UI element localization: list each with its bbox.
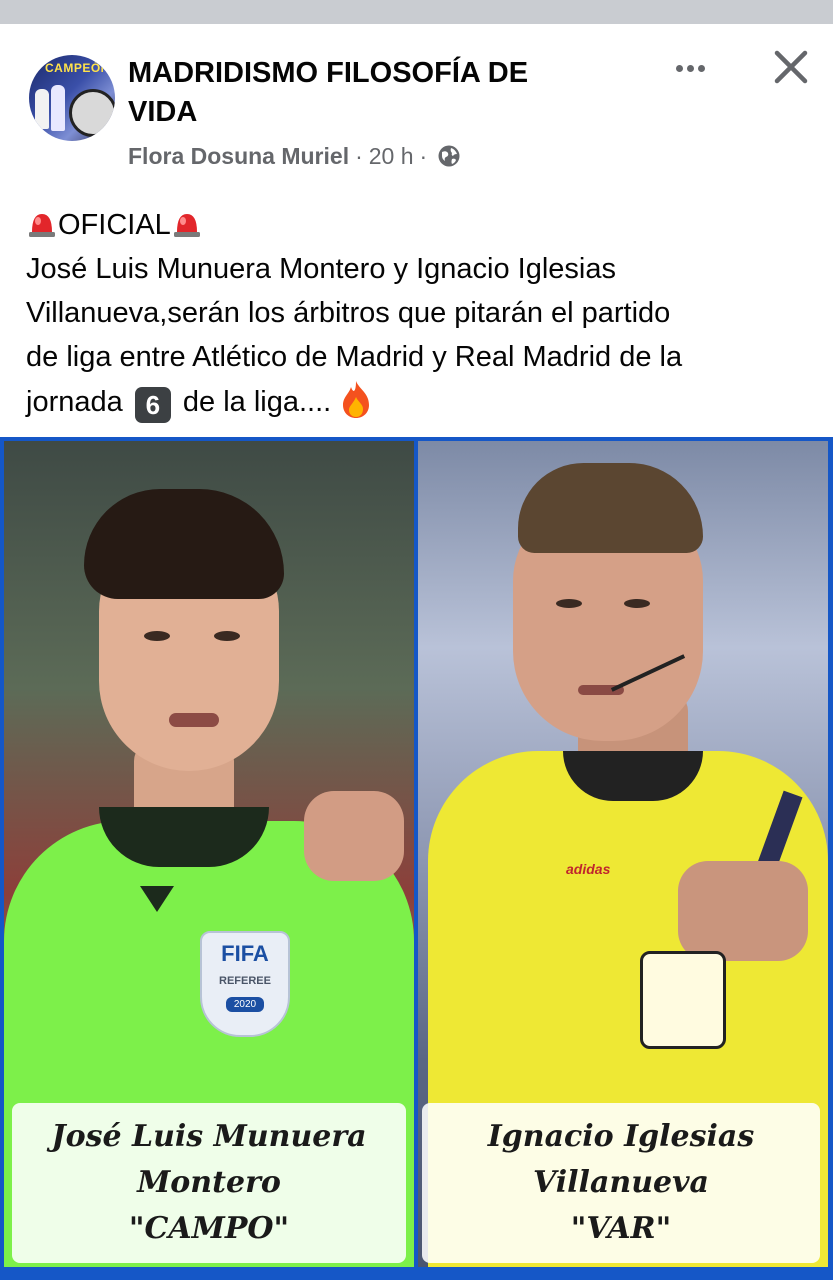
meta-separator: · bbox=[419, 142, 428, 169]
avatar-figure bbox=[35, 89, 49, 129]
referee-hair bbox=[518, 463, 703, 553]
author-name[interactable]: Flora Dosuna Muriel bbox=[128, 143, 349, 170]
post-body-text: jornada bbox=[26, 386, 123, 418]
avatar-clock-icon bbox=[69, 89, 115, 137]
post-text: OFICIAL José Luis Munuera Montero y Igna… bbox=[26, 203, 816, 424]
referee-eye bbox=[556, 599, 582, 608]
referee-eye bbox=[144, 631, 170, 641]
post-body-line: jornada 6 de la liga.... bbox=[26, 379, 816, 424]
referee-name-line: Ignacio Iglesias bbox=[487, 1119, 755, 1154]
referee-name-line: Villanueva bbox=[533, 1165, 709, 1200]
keycap-six-emoji: 6 bbox=[134, 387, 171, 423]
avatar-badge-text: CAMPEÓN bbox=[45, 61, 110, 75]
page-name-link[interactable]: MADRIDISMO FILOSOFÍA DE VIDA bbox=[128, 54, 598, 132]
badge-year: 2020 bbox=[225, 997, 265, 1012]
referee-name-line: Montero bbox=[137, 1165, 281, 1200]
referee-role: "CAMPO" bbox=[128, 1211, 290, 1246]
referee-hand bbox=[678, 861, 808, 961]
more-options-icon bbox=[675, 64, 683, 72]
referee-eye bbox=[624, 599, 650, 608]
post-heading: OFICIAL bbox=[58, 209, 171, 241]
avatar-figure bbox=[51, 85, 65, 131]
referee-role: "VAR" bbox=[570, 1211, 672, 1246]
fifa-referee-badge: FIFA REFEREE 2020 bbox=[200, 931, 290, 1037]
referee-hair bbox=[84, 489, 284, 599]
referee-name-line: José Luis Munuera bbox=[51, 1119, 367, 1154]
close-icon[interactable] bbox=[770, 46, 812, 88]
post-body-line: de liga entre Atlético de Madrid y Real … bbox=[26, 341, 683, 373]
post-meta: Flora Dosuna Muriel · 20 h · bbox=[128, 142, 461, 170]
referee-photo-right: adidas Ignacio Iglesias Villanueva "VAR" bbox=[418, 441, 828, 1267]
police-siren-icon bbox=[29, 214, 55, 237]
page-avatar[interactable]: CAMPEÓN bbox=[29, 55, 115, 141]
referee-eye bbox=[214, 631, 240, 641]
more-options-icon bbox=[686, 64, 694, 72]
referee-caption-right: Ignacio Iglesias Villanueva "VAR" bbox=[422, 1103, 820, 1263]
fire-icon bbox=[343, 381, 370, 418]
badge-brand: FIFA bbox=[221, 941, 269, 966]
post-body-line: José Luis Munuera Montero y Ignacio Igle… bbox=[26, 253, 616, 285]
post-body-text: de la liga.... bbox=[182, 386, 332, 418]
cta-badge-icon bbox=[640, 951, 726, 1049]
globe-icon bbox=[438, 145, 460, 167]
post-image[interactable]: FIFA REFEREE 2020 José Luis Munuera Mont… bbox=[0, 437, 833, 1280]
referee-pointing-hand bbox=[304, 791, 404, 881]
referee-caption-left: José Luis Munuera Montero "CAMPO" bbox=[12, 1103, 406, 1263]
more-options-button[interactable] bbox=[668, 56, 712, 80]
post-time[interactable]: 20 h bbox=[369, 143, 414, 170]
referee-mouth bbox=[169, 713, 219, 727]
referee-photo-left: FIFA REFEREE 2020 José Luis Munuera Mont… bbox=[4, 441, 414, 1267]
post-body-line: Villanueva,serán los árbitros que pitará… bbox=[26, 297, 671, 329]
more-options-icon bbox=[697, 64, 705, 72]
post-heading-line: OFICIAL bbox=[26, 203, 816, 247]
police-siren-icon bbox=[173, 214, 200, 237]
badge-subtitle: REFEREE bbox=[219, 975, 271, 987]
meta-separator: · bbox=[355, 142, 363, 169]
kit-brand-logo: adidas bbox=[566, 861, 611, 877]
status-bar-strip bbox=[0, 0, 833, 24]
